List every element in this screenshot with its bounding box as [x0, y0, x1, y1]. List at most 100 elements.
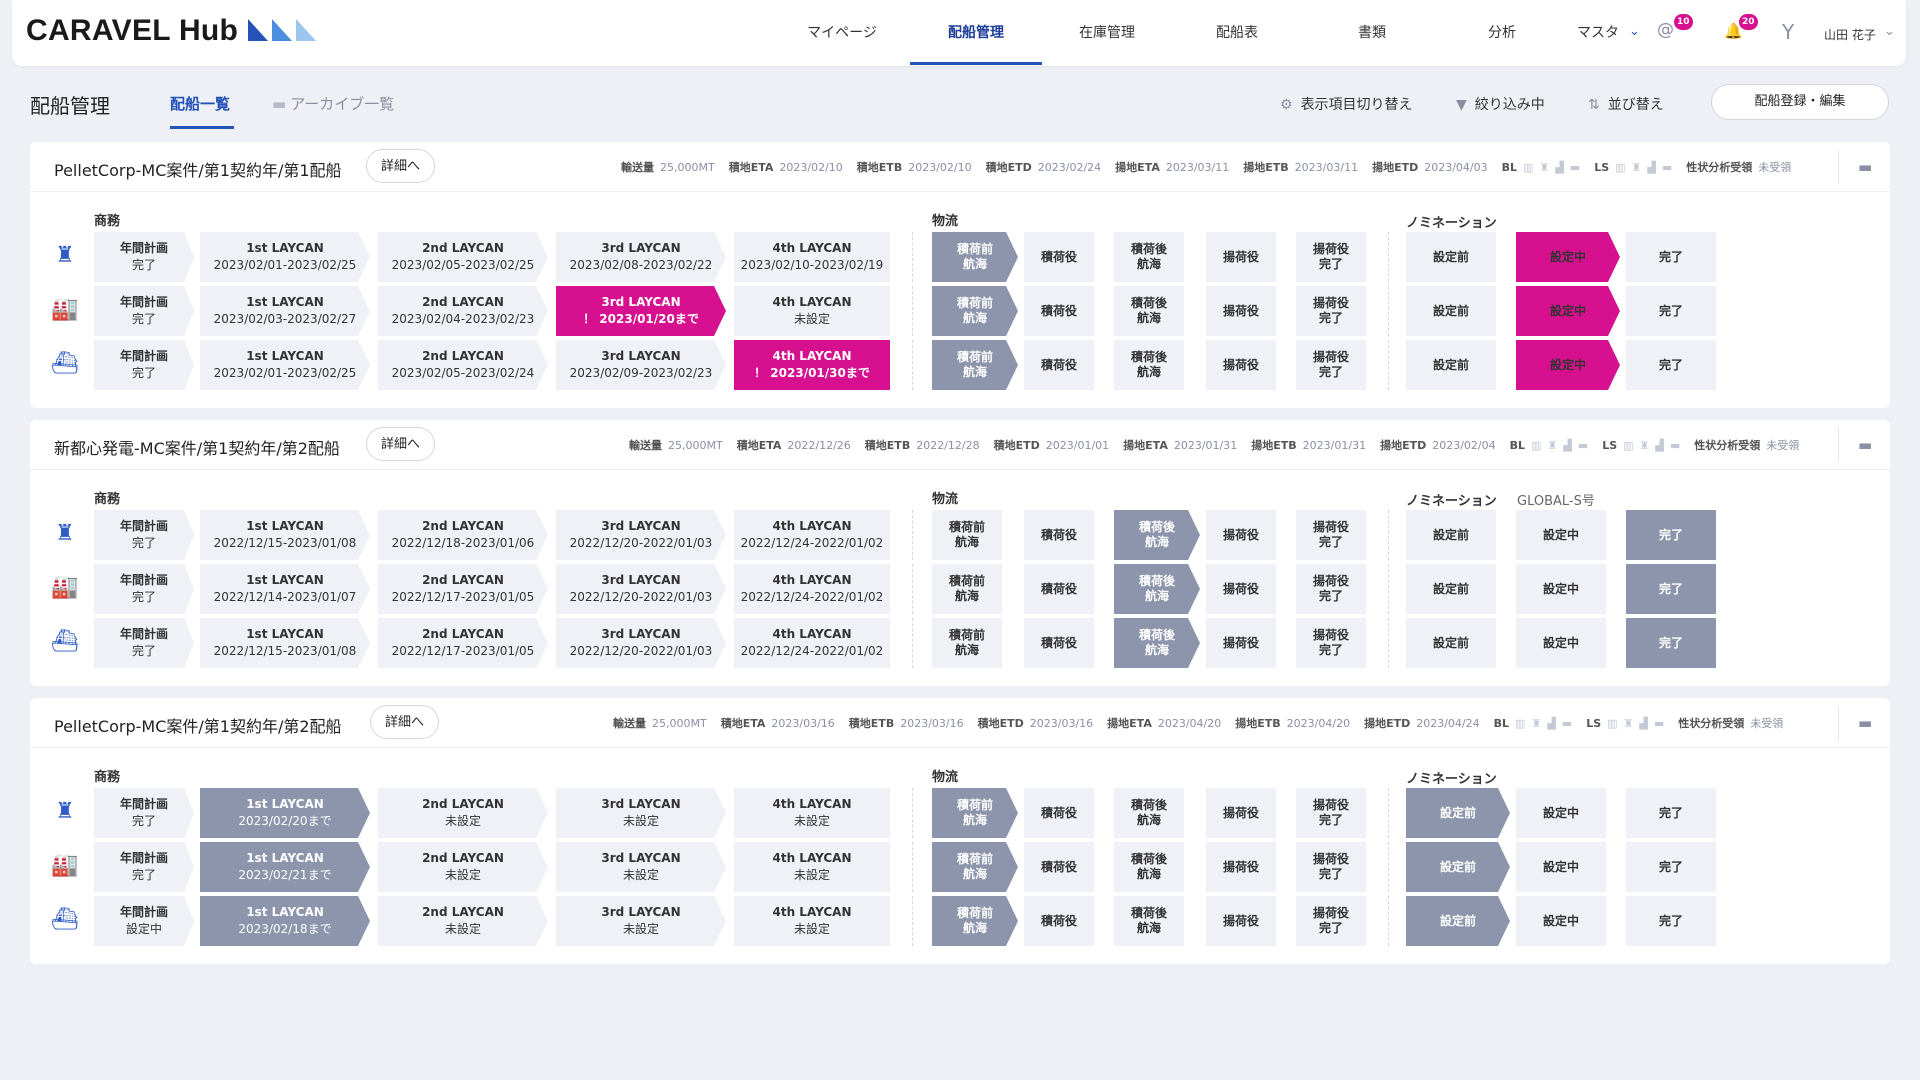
- nav-shipping-management[interactable]: 配船管理: [910, 0, 1042, 66]
- folder-icon[interactable]: ▬: [1858, 714, 1872, 732]
- nomination-step-2[interactable]: 設定中: [1516, 340, 1620, 390]
- filter-button[interactable]: ▼ 絞り込み中: [1456, 94, 1545, 114]
- nomination-step-3[interactable]: 完了: [1626, 618, 1716, 668]
- user-icon[interactable]: Y: [1782, 20, 1794, 44]
- folder-icon[interactable]: ▬: [1858, 158, 1872, 176]
- nomination-step-1[interactable]: 設定前: [1406, 896, 1510, 946]
- detail-button[interactable]: 詳細へ: [366, 427, 436, 461]
- nomination-step-3[interactable]: 完了: [1626, 842, 1716, 892]
- laycan-step-2[interactable]: 2nd LAYCAN 2022/12/17-2023/01/05: [378, 618, 548, 668]
- annual-plan-step[interactable]: 年間計画 完了: [94, 340, 194, 390]
- nomination-step-3[interactable]: 完了: [1626, 286, 1716, 336]
- detail-button[interactable]: 詳細へ: [366, 149, 436, 183]
- logistics-step-2[interactable]: 積荷役: [1024, 286, 1094, 336]
- logistics-step-3[interactable]: 積荷後 航海: [1114, 340, 1184, 390]
- nomination-step-2[interactable]: 設定中: [1516, 842, 1606, 892]
- logistics-step-1[interactable]: 積荷前 航海: [932, 788, 1018, 838]
- nomination-step-1[interactable]: 設定前: [1406, 510, 1496, 560]
- logistics-step-2[interactable]: 積荷役: [1024, 564, 1094, 614]
- toggle-columns-button[interactable]: ⚙ 表示項目切り替え: [1280, 94, 1413, 114]
- laycan-step-2[interactable]: 2nd LAYCAN 2022/12/18-2023/01/06: [378, 510, 548, 560]
- laycan-step-4[interactable]: 4th LAYCAN 未設定: [734, 842, 890, 892]
- logistics-step-3[interactable]: 積荷後 航海: [1114, 232, 1184, 282]
- logistics-step-3[interactable]: 積荷後 航海: [1114, 842, 1184, 892]
- laycan-step-4[interactable]: 4th LAYCAN 未設定: [734, 896, 890, 946]
- laycan-step-2[interactable]: 2nd LAYCAN 2023/02/05-2023/02/25: [378, 232, 548, 282]
- nomination-step-1[interactable]: 設定前: [1406, 286, 1496, 336]
- nomination-step-2[interactable]: 設定中: [1516, 232, 1620, 282]
- nomination-step-2[interactable]: 設定中: [1516, 896, 1606, 946]
- laycan-step-2[interactable]: 2nd LAYCAN 2023/02/05-2023/02/24: [378, 340, 548, 390]
- laycan-step-1[interactable]: 1st LAYCAN 2023/02/03-2023/02/27: [200, 286, 370, 336]
- logistics-step-3[interactable]: 積荷後 航海: [1114, 510, 1200, 560]
- laycan-step-4[interactable]: 4th LAYCAN 未設定: [734, 788, 890, 838]
- nomination-step-1[interactable]: 設定前: [1406, 788, 1510, 838]
- logistics-step-2[interactable]: 積荷役: [1024, 618, 1094, 668]
- laycan-step-1[interactable]: 1st LAYCAN 2023/02/20まで: [200, 788, 370, 838]
- logistics-step-4[interactable]: 揚荷役: [1206, 618, 1276, 668]
- nomination-step-1[interactable]: 設定前: [1406, 564, 1496, 614]
- logistics-step-4[interactable]: 揚荷役: [1206, 564, 1276, 614]
- nav-mypage[interactable]: マイページ: [792, 0, 892, 66]
- logistics-step-4[interactable]: 揚荷役: [1206, 896, 1276, 946]
- laycan-step-3[interactable]: 3rd LAYCAN 2022/12/20-2022/01/03: [556, 510, 726, 560]
- annual-plan-step[interactable]: 年間計画 完了: [94, 842, 194, 892]
- nomination-step-3[interactable]: 完了: [1626, 510, 1716, 560]
- nomination-step-1[interactable]: 設定前: [1406, 232, 1496, 282]
- nomination-step-2[interactable]: 設定中: [1516, 510, 1606, 560]
- laycan-step-2[interactable]: 2nd LAYCAN 未設定: [378, 896, 548, 946]
- logistics-step-5[interactable]: 揚荷役 完了: [1296, 286, 1366, 336]
- logistics-step-2[interactable]: 積荷役: [1024, 340, 1094, 390]
- annual-plan-step[interactable]: 年間計画 設定中: [94, 896, 194, 946]
- nomination-step-3[interactable]: 完了: [1626, 896, 1716, 946]
- laycan-step-3[interactable]: 3rd LAYCAN ！ 2023/01/20まで: [556, 286, 726, 336]
- laycan-step-3[interactable]: 3rd LAYCAN 2022/12/20-2022/01/03: [556, 564, 726, 614]
- laycan-step-2[interactable]: 2nd LAYCAN 未設定: [378, 788, 548, 838]
- laycan-step-4[interactable]: 4th LAYCAN 2022/12/24-2022/01/02: [734, 510, 890, 560]
- laycan-step-4[interactable]: 4th LAYCAN ！ 2023/01/30まで: [734, 340, 890, 390]
- annual-plan-step[interactable]: 年間計画 完了: [94, 510, 194, 560]
- logistics-step-1[interactable]: 積荷前 航海: [932, 842, 1018, 892]
- nomination-step-3[interactable]: 完了: [1626, 340, 1716, 390]
- logistics-step-5[interactable]: 揚荷役 完了: [1296, 564, 1366, 614]
- register-shipping-button[interactable]: 配船登録・編集: [1711, 84, 1889, 120]
- logistics-step-3[interactable]: 積荷後 航海: [1114, 896, 1184, 946]
- mention-icon[interactable]: @: [1657, 20, 1674, 40]
- detail-button[interactable]: 詳細へ: [370, 705, 440, 739]
- laycan-step-1[interactable]: 1st LAYCAN 2023/02/01-2023/02/25: [200, 340, 370, 390]
- laycan-step-1[interactable]: 1st LAYCAN 2023/02/21まで: [200, 842, 370, 892]
- logistics-step-3[interactable]: 積荷後 航海: [1114, 618, 1200, 668]
- laycan-step-3[interactable]: 3rd LAYCAN 2023/02/08-2023/02/22: [556, 232, 726, 282]
- logistics-step-2[interactable]: 積荷役: [1024, 842, 1094, 892]
- nav-documents[interactable]: 書類: [1322, 0, 1422, 66]
- logistics-step-5[interactable]: 揚荷役 完了: [1296, 618, 1366, 668]
- laycan-step-1[interactable]: 1st LAYCAN 2022/12/14-2023/01/07: [200, 564, 370, 614]
- nomination-step-2[interactable]: 設定中: [1516, 618, 1606, 668]
- logistics-step-2[interactable]: 積荷役: [1024, 510, 1094, 560]
- annual-plan-step[interactable]: 年間計画 完了: [94, 286, 194, 336]
- laycan-step-2[interactable]: 2nd LAYCAN 2022/12/17-2023/01/05: [378, 564, 548, 614]
- tab-shipping-list[interactable]: 配船一覧: [170, 93, 230, 114]
- laycan-step-4[interactable]: 4th LAYCAN 2022/12/24-2022/01/02: [734, 618, 890, 668]
- logistics-step-1[interactable]: 積荷前 航海: [932, 618, 1002, 668]
- annual-plan-step[interactable]: 年間計画 完了: [94, 618, 194, 668]
- logistics-step-1[interactable]: 積荷前 航海: [932, 896, 1018, 946]
- laycan-step-4[interactable]: 4th LAYCAN 2022/12/24-2022/01/02: [734, 564, 890, 614]
- logistics-step-3[interactable]: 積荷後 航海: [1114, 788, 1184, 838]
- annual-plan-step[interactable]: 年間計画 完了: [94, 564, 194, 614]
- logistics-step-5[interactable]: 揚荷役 完了: [1296, 340, 1366, 390]
- laycan-step-3[interactable]: 3rd LAYCAN 未設定: [556, 896, 726, 946]
- laycan-step-1[interactable]: 1st LAYCAN 2023/02/01-2023/02/25: [200, 232, 370, 282]
- laycan-step-3[interactable]: 3rd LAYCAN 未設定: [556, 788, 726, 838]
- laycan-step-1[interactable]: 1st LAYCAN 2022/12/15-2023/01/08: [200, 618, 370, 668]
- nomination-step-2[interactable]: 設定中: [1516, 788, 1606, 838]
- nomination-step-3[interactable]: 完了: [1626, 232, 1716, 282]
- user-name[interactable]: 山田 花子: [1824, 26, 1876, 43]
- logistics-step-5[interactable]: 揚荷役 完了: [1296, 788, 1366, 838]
- app-logo[interactable]: CARAVEL Hub: [26, 14, 238, 48]
- nomination-step-1[interactable]: 設定前: [1406, 340, 1496, 390]
- logistics-step-1[interactable]: 積荷前 航海: [932, 232, 1018, 282]
- nav-schedule[interactable]: 配船表: [1187, 0, 1287, 66]
- tab-archive[interactable]: ▬ アーカイブ一覧: [272, 93, 394, 114]
- laycan-step-3[interactable]: 3rd LAYCAN 未設定: [556, 842, 726, 892]
